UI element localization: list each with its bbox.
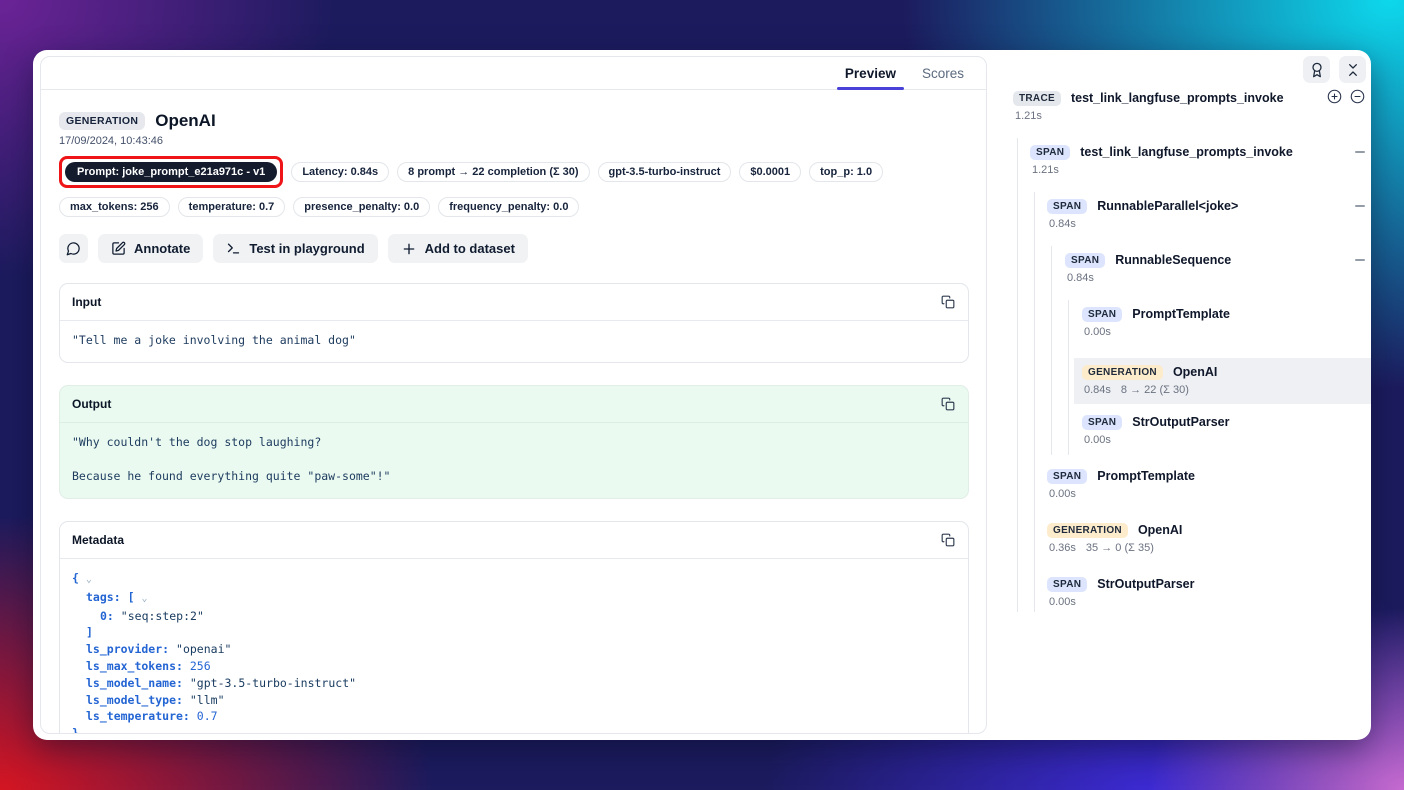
badges-row-1: Prompt: joke_prompt_e21a971c - v1 Latenc… — [59, 156, 969, 188]
trace-detail-window: Preview Scores GENERATION OpenAI 17/09/2… — [33, 50, 1371, 740]
top-p-badge: top_p: 1.0 — [809, 162, 883, 182]
copy-output-button[interactable] — [937, 393, 959, 415]
expand-all-icon[interactable] — [1327, 89, 1342, 104]
observation-type-badge: GENERATION — [59, 112, 145, 130]
span-badge: SPAN — [1030, 145, 1070, 160]
tree-guide-line — [1017, 138, 1018, 612]
output-panel: Output "Why couldn't the dog stop laughi… — [59, 385, 969, 499]
copy-icon — [941, 295, 955, 309]
annotate-pen-icon — [111, 241, 126, 256]
test-in-playground-button[interactable]: Test in playground — [213, 234, 377, 263]
span-badge: SPAN — [1047, 199, 1087, 214]
add-to-dataset-button[interactable]: Add to dataset — [388, 234, 528, 263]
comment-icon — [66, 241, 81, 256]
annotate-button[interactable]: Annotate — [98, 234, 203, 263]
model-badge: gpt-3.5-turbo-instruct — [598, 162, 732, 182]
tree-row-span[interactable]: SPAN test_link_langfuse_prompts_invoke 1… — [1030, 142, 1371, 178]
tree-guide-line — [1051, 246, 1052, 455]
detail-content: GENERATION OpenAI 17/09/2024, 10:43:46 P… — [41, 90, 986, 734]
span-badge: SPAN — [1082, 307, 1122, 322]
output-panel-title: Output — [72, 397, 111, 411]
copy-input-button[interactable] — [937, 291, 959, 313]
cost-badge: $0.0001 — [739, 162, 801, 182]
tree-guide-line — [1068, 300, 1069, 455]
span-badge: SPAN — [1047, 577, 1087, 592]
metadata-json-viewer: { ⌄ tags: [ ⌄ 0: "seq:step:2" ] ls_provi… — [60, 559, 968, 734]
output-line-1: "Why couldn't the dog stop laughing? — [72, 434, 956, 451]
metadata-panel: Metadata { ⌄ tags: [ ⌄ 0: "seq:step:2" ]… — [59, 521, 969, 734]
observation-timestamp: 17/09/2024, 10:43:46 — [59, 135, 969, 147]
collapse-json-icon[interactable]: ⌄ — [141, 593, 147, 604]
input-panel-title: Input — [72, 295, 101, 309]
tree-row-span[interactable]: SPAN RunnableParallel<joke> 0.84s — [1047, 196, 1371, 232]
token-counts: 8 → 22 (Σ 30) — [1121, 384, 1189, 398]
collapse-node-icon[interactable] — [1355, 151, 1365, 153]
latency-badge: Latency: 0.84s — [291, 162, 389, 182]
token-counts: 35 → 0 (Σ 35) — [1086, 542, 1154, 556]
badges-row-2: max_tokens: 256 temperature: 0.7 presenc… — [59, 197, 969, 217]
span-badge: SPAN — [1065, 253, 1105, 268]
tree-row-span[interactable]: SPAN PromptTemplate 0.00s — [1047, 466, 1371, 502]
tree-row-generation[interactable]: GENERATION OpenAI 0.36s 35 → 0 (Σ 35) — [1047, 520, 1371, 556]
tab-preview[interactable]: Preview — [835, 57, 906, 89]
tree-row-span[interactable]: SPAN StrOutputParser 0.00s — [1047, 574, 1371, 610]
trace-badge: TRACE — [1013, 91, 1061, 106]
copy-icon — [941, 533, 955, 547]
frequency-penalty-badge: frequency_penalty: 0.0 — [438, 197, 579, 217]
trace-tree-panel: TRACE test_link_langfuse_prompts_invoke … — [987, 50, 1371, 740]
trace-tree: TRACE test_link_langfuse_prompts_invoke … — [987, 50, 1371, 740]
prompt-highlight-box: Prompt: joke_prompt_e21a971c - v1 — [59, 156, 283, 188]
generation-badge: GENERATION — [1082, 365, 1163, 380]
collapse-node-icon[interactable] — [1355, 259, 1365, 261]
output-line-2: Because he found everything quite "paw-s… — [72, 468, 956, 485]
prompt-link-badge[interactable]: Prompt: joke_prompt_e21a971c - v1 — [65, 162, 277, 182]
tree-row-span[interactable]: SPAN PromptTemplate 0.00s — [1082, 304, 1371, 340]
input-content: "Tell me a joke involving the animal dog… — [72, 332, 956, 349]
collapse-all-icon[interactable] — [1350, 89, 1365, 104]
tree-row-generation-selected[interactable]: GENERATION OpenAI 0.84s 8 → 22 (Σ 30) — [1074, 358, 1371, 404]
plus-icon — [401, 241, 417, 257]
tree-row-span[interactable]: SPAN StrOutputParser 0.00s — [1082, 412, 1371, 448]
metadata-panel-title: Metadata — [72, 533, 124, 547]
detail-tabbar: Preview Scores — [41, 57, 986, 90]
max-tokens-badge: max_tokens: 256 — [59, 197, 170, 217]
token-usage-badge: 8 prompt → 22 completion (Σ 30) — [397, 162, 589, 182]
page-title: OpenAI — [155, 111, 215, 131]
copy-icon — [941, 397, 955, 411]
collapse-node-icon[interactable] — [1355, 205, 1365, 207]
comment-button[interactable] — [59, 234, 88, 263]
tab-scores[interactable]: Scores — [912, 57, 974, 89]
terminal-icon — [226, 241, 241, 256]
span-badge: SPAN — [1082, 415, 1122, 430]
observation-detail-panel: Preview Scores GENERATION OpenAI 17/09/2… — [40, 56, 987, 734]
collapse-json-icon[interactable]: ⌄ — [86, 574, 92, 585]
actions-row: Annotate Test in playground Add to datas… — [59, 234, 969, 263]
copy-metadata-button[interactable] — [937, 529, 959, 551]
output-blank-line — [72, 451, 956, 468]
tree-row-span[interactable]: SPAN RunnableSequence 0.84s — [1065, 250, 1371, 286]
span-badge: SPAN — [1047, 469, 1087, 484]
temperature-badge: temperature: 0.7 — [178, 197, 286, 217]
generation-badge: GENERATION — [1047, 523, 1128, 538]
input-panel: Input "Tell me a joke involving the anim… — [59, 283, 969, 363]
tree-row-trace[interactable]: TRACE test_link_langfuse_prompts_invoke … — [1013, 88, 1371, 124]
tree-guide-line — [1034, 192, 1035, 612]
presence-penalty-badge: presence_penalty: 0.0 — [293, 197, 430, 217]
